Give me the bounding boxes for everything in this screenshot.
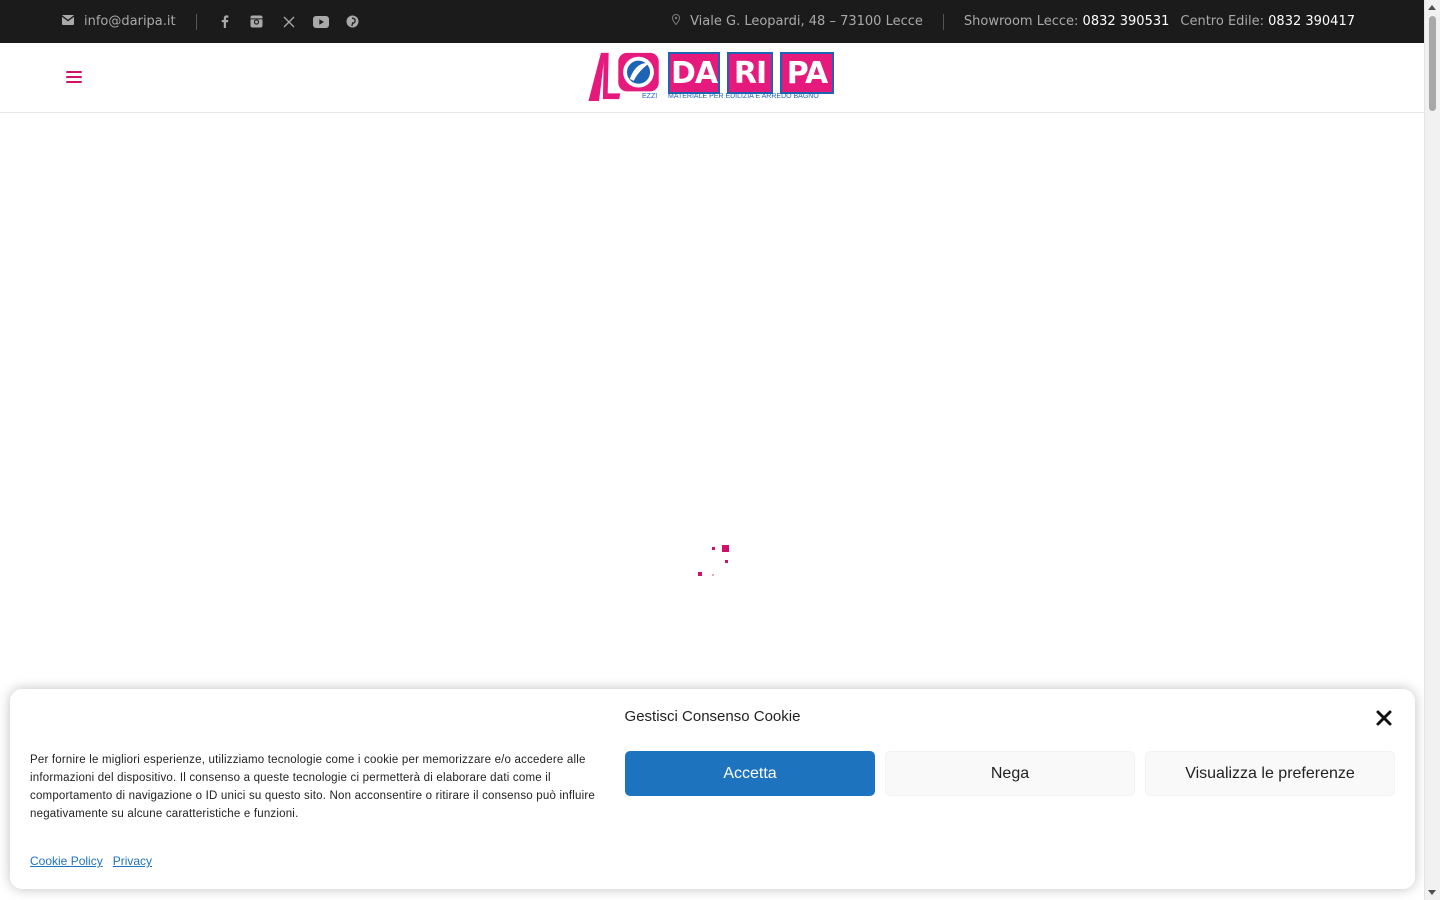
edile-label: Centro Edile:	[1180, 14, 1265, 29]
site-header: EZZI DA RI PA MATERIALE PER EDILIZIA E A…	[0, 43, 1425, 113]
instagram-icon[interactable]	[249, 14, 265, 30]
close-icon[interactable]	[1375, 709, 1393, 727]
cookie-links: Cookie Policy Privacy	[30, 854, 152, 868]
view-preferences-button[interactable]: Visualizza le preferenze	[1145, 751, 1395, 796]
divider	[942, 13, 944, 30]
showroom-phone[interactable]: 0832 390531	[1083, 14, 1170, 29]
cookie-description: Per fornire le migliori esperienze, util…	[30, 754, 595, 820]
privacy-link[interactable]: Privacy	[113, 854, 152, 868]
logo-letters-da: DA	[668, 52, 720, 94]
logo-tagline: MATERIALE PER EDILIZIA E ARREDO BAGNO	[668, 93, 819, 100]
address-text: Viale G. Leopardi, 48 – 73100 Lecce	[690, 14, 923, 29]
menu-hamburger-icon[interactable]	[66, 71, 82, 83]
edile-phone[interactable]: 0832 390417	[1268, 14, 1355, 29]
scroll-down-arrow-icon[interactable]	[1428, 890, 1436, 895]
cookie-consent-banner: Gestisci Consenso Cookie Per fornire le …	[10, 689, 1415, 889]
social-links	[217, 14, 361, 30]
email-text[interactable]: info@daripa.it	[84, 14, 176, 29]
divider	[195, 13, 197, 30]
email-contact[interactable]: info@daripa.it	[61, 14, 176, 29]
logo-ezzi: EZZI	[642, 93, 658, 100]
cookie-title: Gestisci Consenso Cookie	[624, 708, 801, 725]
address: Viale G. Leopardi, 48 – 73100 Lecce	[672, 13, 923, 29]
cookie-policy-link[interactable]: Cookie Policy	[30, 854, 103, 868]
youtube-icon[interactable]	[312, 14, 329, 30]
map-pin-icon	[672, 13, 681, 29]
pinterest-icon[interactable]	[345, 14, 361, 30]
accept-button[interactable]: Accetta	[625, 751, 875, 796]
showroom-label: Showroom Lecce:	[963, 14, 1079, 29]
scroll-up-arrow-icon[interactable]	[1428, 5, 1436, 10]
top-bar: info@daripa.it Viale G. Leopardi, 48 – 7…	[0, 0, 1425, 43]
logo-letters-ri: RI	[727, 52, 773, 94]
page-scrollbar[interactable]	[1424, 0, 1440, 900]
envelope-icon	[61, 14, 75, 29]
x-icon[interactable]	[281, 14, 297, 30]
logo-letters-pa: PA	[780, 52, 834, 94]
loading-spinner	[690, 540, 740, 580]
site-logo[interactable]: EZZI DA RI PA MATERIALE PER EDILIZIA E A…	[586, 50, 842, 106]
scroll-thumb[interactable]	[1429, 16, 1436, 111]
deny-button[interactable]: Nega	[885, 751, 1135, 796]
facebook-icon[interactable]	[217, 14, 233, 30]
